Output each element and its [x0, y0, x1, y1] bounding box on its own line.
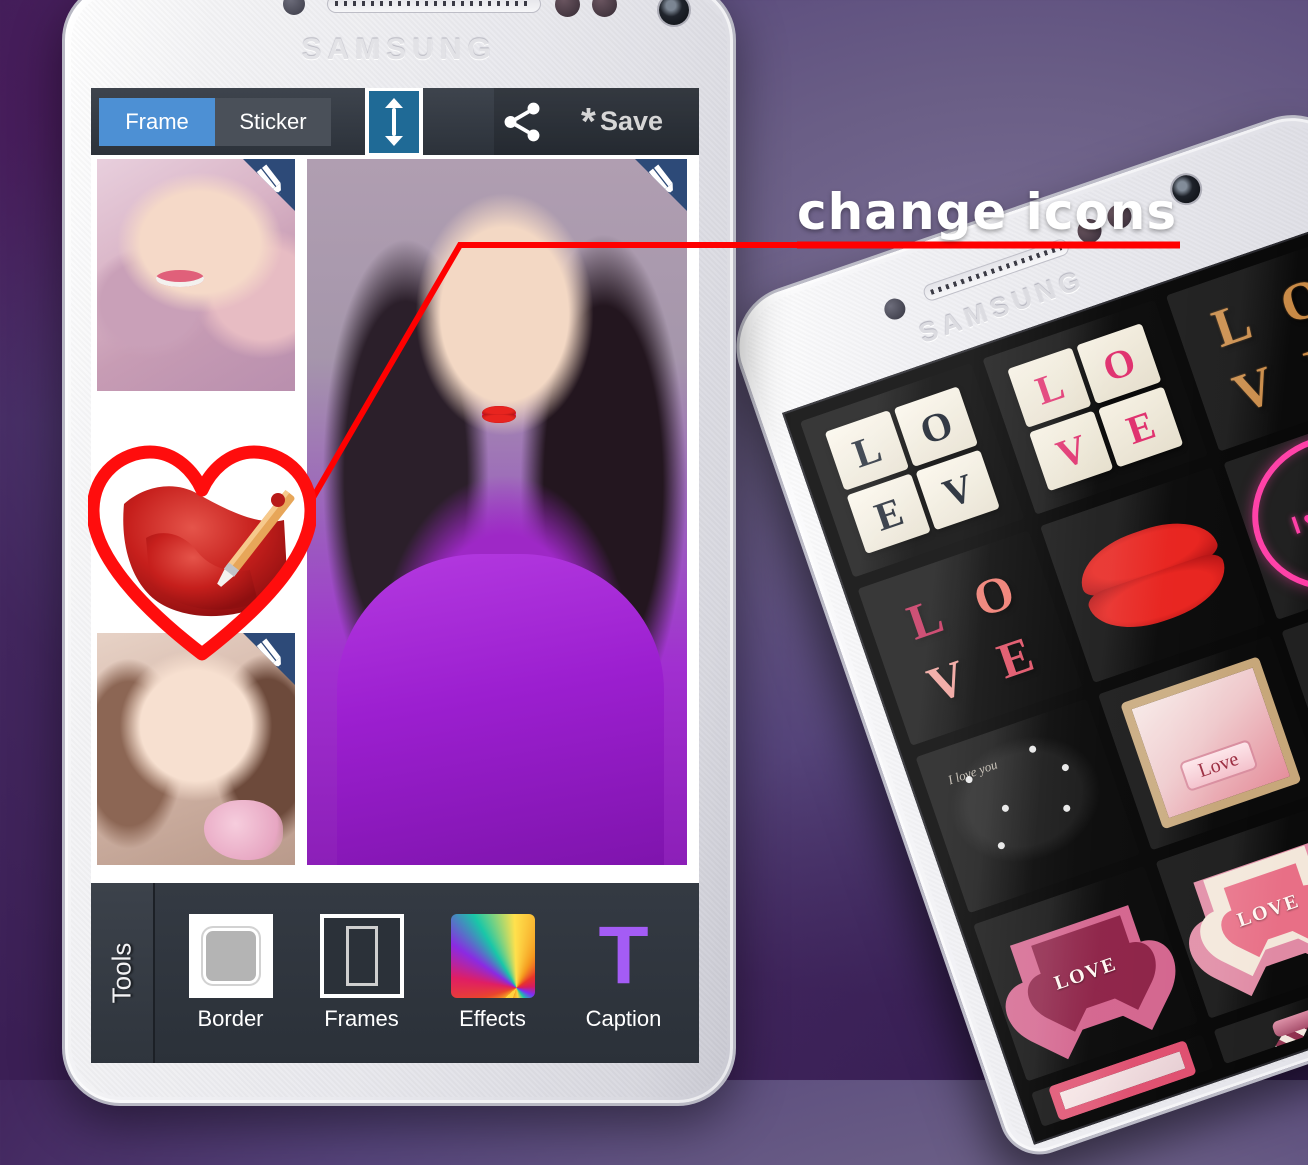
stamp-text-left: I [1288, 510, 1305, 540]
caption-text-icon: T [598, 910, 649, 1002]
pink-letter: E [990, 625, 1041, 690]
wood-letter: E [1297, 330, 1308, 399]
collage-cell-main[interactable] [307, 159, 687, 865]
tile-letter: E [1098, 386, 1184, 468]
tool-label: Border [197, 1006, 264, 1031]
frames-icon [319, 914, 404, 998]
heart-label: LOVE [1051, 952, 1120, 995]
tab-frame[interactable]: Frame [99, 97, 215, 146]
tools-label: Tools [91, 883, 155, 1063]
card-label: Love [1178, 738, 1259, 792]
framed-card: Love [1120, 656, 1301, 830]
front-camera-icon [1168, 171, 1205, 207]
tile-letter: L [1007, 347, 1093, 429]
collage-cell-top-left[interactable] [97, 159, 295, 391]
sticker-grid: L O E V L O V E L O V E L O V E I ♥ I lo… [782, 219, 1308, 1145]
script-text: I love you [945, 756, 1000, 788]
border-icon [188, 914, 273, 998]
tool-label: Caption [585, 1006, 662, 1031]
tool-label: Frames [324, 1006, 399, 1031]
app-toolbar: Frame Sticker * Save [91, 88, 699, 157]
pink-letter: O [966, 562, 1022, 628]
wood-letter: O [1272, 265, 1308, 336]
tile-letter: O [1076, 323, 1162, 405]
phone-tilted: SAMSUNG L O E V L O V E L O V E L O V E … [719, 98, 1308, 1165]
tile-letter: O [893, 386, 979, 468]
collage-cell-bottom-left[interactable] [97, 633, 295, 865]
heart-icon: LOVE [1174, 820, 1308, 1001]
led-indicator-icon [592, 0, 617, 17]
tile-letters: L O V E [1007, 323, 1184, 492]
tools-bar: Tools Border Frames Effects T Caption [91, 883, 699, 1063]
tile-letter: V [915, 449, 1001, 531]
tile-letter: E [846, 473, 932, 555]
wood-letter: L [1205, 290, 1259, 359]
tool-frames[interactable]: Frames [306, 914, 418, 1032]
heart-confetti [930, 714, 1126, 897]
phone-brand-label: SAMSUNG [301, 33, 497, 66]
led-indicator-icon [1104, 201, 1135, 232]
tool-caption[interactable]: T Caption [568, 914, 680, 1032]
collage-canvas [91, 155, 699, 883]
tool-border[interactable]: Border [175, 914, 287, 1032]
tab-sticker[interactable]: Sticker [215, 97, 331, 146]
wood-letters: L O V E [1186, 256, 1308, 433]
pink-letter: L [900, 586, 951, 651]
wood-letter: V [1225, 353, 1283, 424]
phone-front: SAMSUNG Frame Sticker * Save Tools Borde… [62, 0, 736, 1106]
script-note: I love you [929, 714, 1127, 898]
vertical-flip-icon[interactable] [365, 88, 423, 157]
pink-letters: L O V E [880, 552, 1060, 724]
tile-letters: L O E V [824, 386, 1001, 555]
effects-icon [450, 914, 535, 998]
share-icon[interactable] [499, 99, 545, 145]
photo-thumbnail [97, 633, 295, 865]
tile-letter: L [824, 410, 910, 491]
heart-icon: ♥ [1299, 502, 1308, 538]
sticker-picker-screen: L O E V L O V E L O V E L O V E I ♥ I lo… [782, 218, 1308, 1145]
led-indicator-icon [555, 0, 580, 17]
led-indicator-icon [1074, 215, 1105, 247]
front-camera-icon [659, 0, 689, 25]
tools-label-text: Tools [106, 942, 137, 1004]
heart-icon: LOVE [991, 883, 1180, 1064]
tool-label: Effects [459, 1006, 526, 1031]
tool-effects[interactable]: Effects [437, 914, 549, 1032]
proximity-sensor-icon [283, 0, 305, 15]
tile-letter: V [1029, 410, 1114, 492]
heart-label: LOVE [1234, 889, 1303, 932]
proximity-sensor-icon [881, 295, 909, 323]
pink-letter: V [920, 648, 973, 714]
app-screen: Frame Sticker * Save Tools Border Frames… [91, 88, 699, 1063]
lips-icon [1071, 508, 1235, 642]
photo-main [307, 159, 687, 865]
earpiece-speaker [327, 0, 541, 13]
tools-items: Border Frames Effects T Caption [155, 883, 699, 1063]
photo-thumbnail [97, 159, 295, 391]
